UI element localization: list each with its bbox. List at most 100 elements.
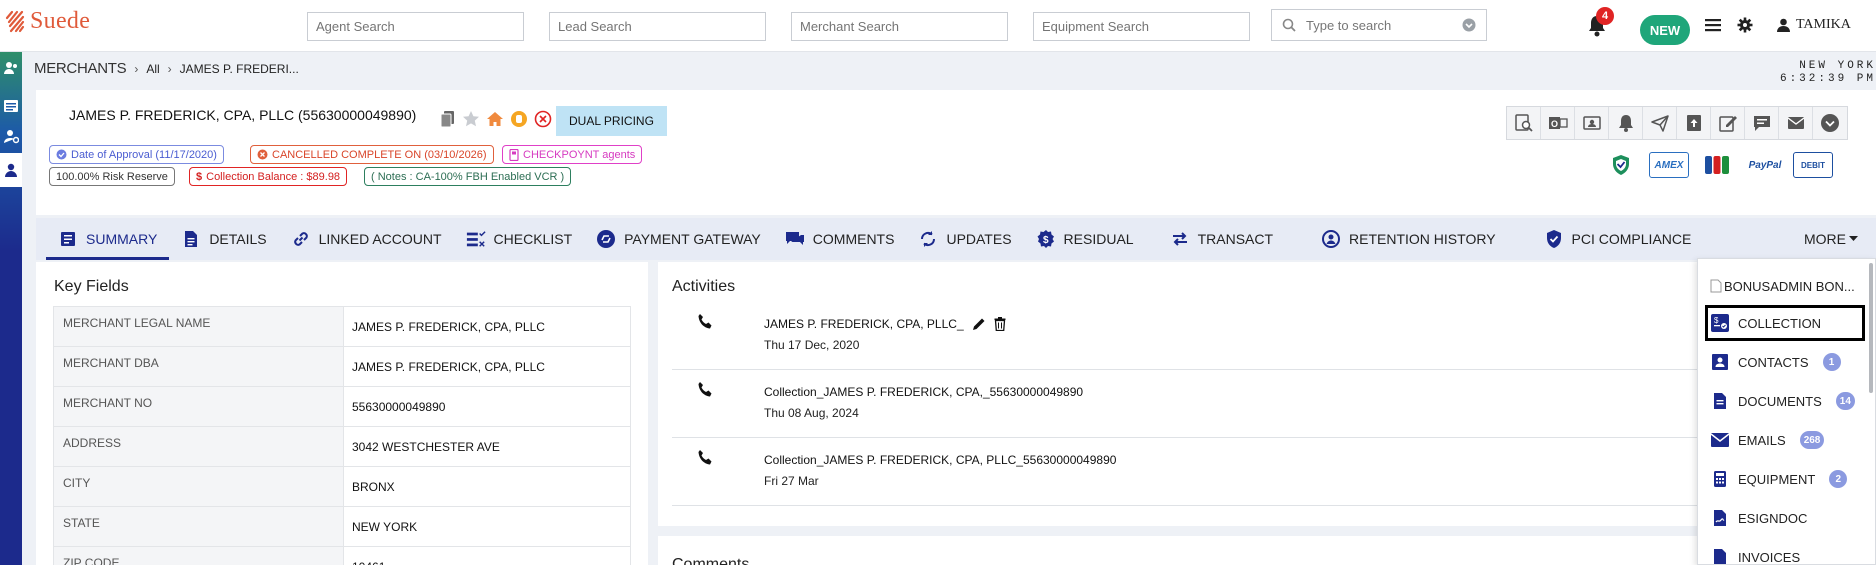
tab-checklist[interactable]: CHECKLIST [454,218,585,260]
link-icon [291,229,311,249]
activity-item[interactable]: JAMES P. FREDERICK, CPA, PLLC_ Thu 17 De… [672,302,1702,370]
collection-balance-tag: $ Collection Balance : $89.98 [189,167,348,186]
tab-comments[interactable]: COMMENTS [773,218,907,260]
table-row: MERCHANT LEGAL NAME JAMES P. FREDERICK, C… [53,306,631,347]
search-document-icon[interactable] [1507,107,1541,139]
list-icon[interactable] [3,98,19,114]
outlook-icon[interactable]: O [1541,107,1575,139]
dropdown-scrollbar[interactable] [1869,263,1873,393]
tab-updates-label: UPDATES [946,231,1012,247]
more-item-equipment[interactable]: EQUIPMENT 2 [1710,464,1848,494]
tab-comments-label: COMMENTS [812,231,895,247]
gear-icon[interactable] [1737,17,1753,33]
equipment-search-input[interactable] [1033,12,1250,41]
refresh-icon [918,229,938,249]
breadcrumb-root[interactable]: MERCHANTS [34,60,127,77]
breadcrumb: MERCHANTS › All › JAMES P. FREDERI... [34,60,299,77]
dual-pricing-badge[interactable]: DUAL PRICING [556,106,667,136]
trash-icon[interactable] [994,317,1006,331]
edit-icon[interactable] [1711,107,1745,139]
tab-retention-history[interactable]: RETENTION HISTORY [1309,218,1508,260]
cancel-circle-icon[interactable] [534,110,552,128]
logo[interactable]: Suede [4,8,90,35]
tab-transact-label: TRANSACT [1197,231,1274,247]
invoice-icon [1710,547,1730,564]
global-search-input[interactable]: Type to search [1271,9,1487,41]
tab-details[interactable]: DETAILS [169,218,278,260]
global-search-placeholder: Type to search [1306,17,1392,33]
field-label: ZIP CODE [53,546,344,565]
chevron-down-icon[interactable] [1462,18,1476,32]
field-value: 10461 [343,546,631,565]
field-value: JAMES P. FREDERICK, CPA, PLLC [343,306,631,347]
tab-pci-compliance-label: PCI COMPLIANCE [1571,231,1692,247]
more-item-invoices[interactable]: INVOICES [1710,542,1800,564]
key-fields-table: MERCHANT LEGAL NAME JAMES P. FREDERICK, C… [53,306,631,565]
home-icon[interactable] [486,110,504,128]
tab-linked-account[interactable]: LINKED ACCOUNT [279,218,454,260]
mail-icon[interactable] [1779,107,1813,139]
activity-item[interactable]: Collection_JAMES P. FREDERICK, CPA, PLLC… [672,438,1702,506]
logo-mark-icon [5,10,25,32]
more-item-documents[interactable]: DOCUMENTS 14 [1710,386,1855,416]
star-icon[interactable] [462,110,480,128]
id-card-icon[interactable] [1575,107,1609,139]
hand-icon[interactable] [510,110,528,128]
tab-transact[interactable]: TRANSACT [1158,218,1285,260]
more-item-emails[interactable]: EMAILS 268 [1710,425,1825,455]
chevron-right-icon: › [167,61,172,76]
more-item-bonusadmin[interactable]: BONUSADMIN BON... [1710,271,1855,301]
search-icon [1282,18,1296,32]
breadcrumb-all[interactable]: All [146,62,159,76]
more-item-esigndoc[interactable]: ESIGNDOC [1710,503,1807,533]
bell-icon[interactable] [1609,107,1643,139]
user-settings-icon[interactable] [3,128,19,144]
payment-gateway-icon [596,229,616,249]
upload-icon[interactable] [1677,107,1711,139]
summary-icon [58,229,78,249]
tab-more[interactable]: MORE [1804,218,1858,260]
pencil-icon[interactable] [972,317,986,331]
more-item-label: ESIGNDOC [1738,510,1808,526]
lead-search-input[interactable] [549,12,766,41]
agent-search-input[interactable] [307,12,524,41]
cancelled-text: CANCELLED COMPLETE ON (03/10/2026) [272,148,487,161]
notification-count-badge: 4 [1596,7,1614,25]
menu-icon[interactable] [1705,18,1721,32]
tab-pci-compliance[interactable]: PCI COMPLIANCE [1532,218,1704,260]
clock-city: NEW YORK [1799,60,1876,72]
more-item-contacts[interactable]: CONTACTS 1 [1710,347,1841,377]
users-icon[interactable] [3,60,19,76]
field-value: BRONX [343,466,631,507]
merchant-quick-icons [440,110,552,128]
activity-date: Thu 08 Aug, 2024 [764,406,859,420]
activity-item[interactable]: Collection_JAMES P. FREDERICK, CPA,_5563… [672,370,1702,438]
more-item-label: BONUSADMIN BON... [1724,278,1855,294]
chevron-right-icon: › [134,61,139,76]
merchant-search-input[interactable] [791,12,1008,41]
phone-icon [698,382,712,397]
field-value: JAMES P. FREDERICK, CPA, PLLC [343,346,631,387]
copy-icon[interactable] [440,110,456,128]
check-circle-icon [56,149,67,160]
send-icon[interactable] [1643,107,1677,139]
new-button[interactable]: NEW [1640,15,1690,45]
shield-check-icon [1544,229,1564,249]
breadcrumb-current: JAMES P. FREDERI... [179,61,299,76]
comment-icon[interactable] [1745,107,1779,139]
shield-icon [1601,152,1641,178]
merchant-action-bar: O [1506,106,1848,140]
merchant-icon[interactable] [0,153,22,187]
field-label: STATE [53,506,344,547]
tab-residual[interactable]: $ RESIDUAL [1024,218,1146,260]
more-item-collection[interactable]: $ COLLECTION [1710,308,1821,338]
tab-updates[interactable]: UPDATES [906,218,1023,260]
tab-summary[interactable]: SUMMARY [46,218,170,260]
chevron-down-circle-icon[interactable] [1813,107,1847,139]
field-label: MERCHANT NO [53,386,344,427]
tab-payment-gateway[interactable]: PAYMENT GATEWAY [584,218,773,260]
user-menu[interactable]: TAMIKA [1777,17,1851,33]
more-item-label: CONTACTS [1738,354,1809,370]
activities-panel: Activities JAMES P. FREDERICK, CPA, PLLC… [658,262,1706,526]
approval-date-tag: Date of Approval (11/17/2020) [49,145,224,164]
